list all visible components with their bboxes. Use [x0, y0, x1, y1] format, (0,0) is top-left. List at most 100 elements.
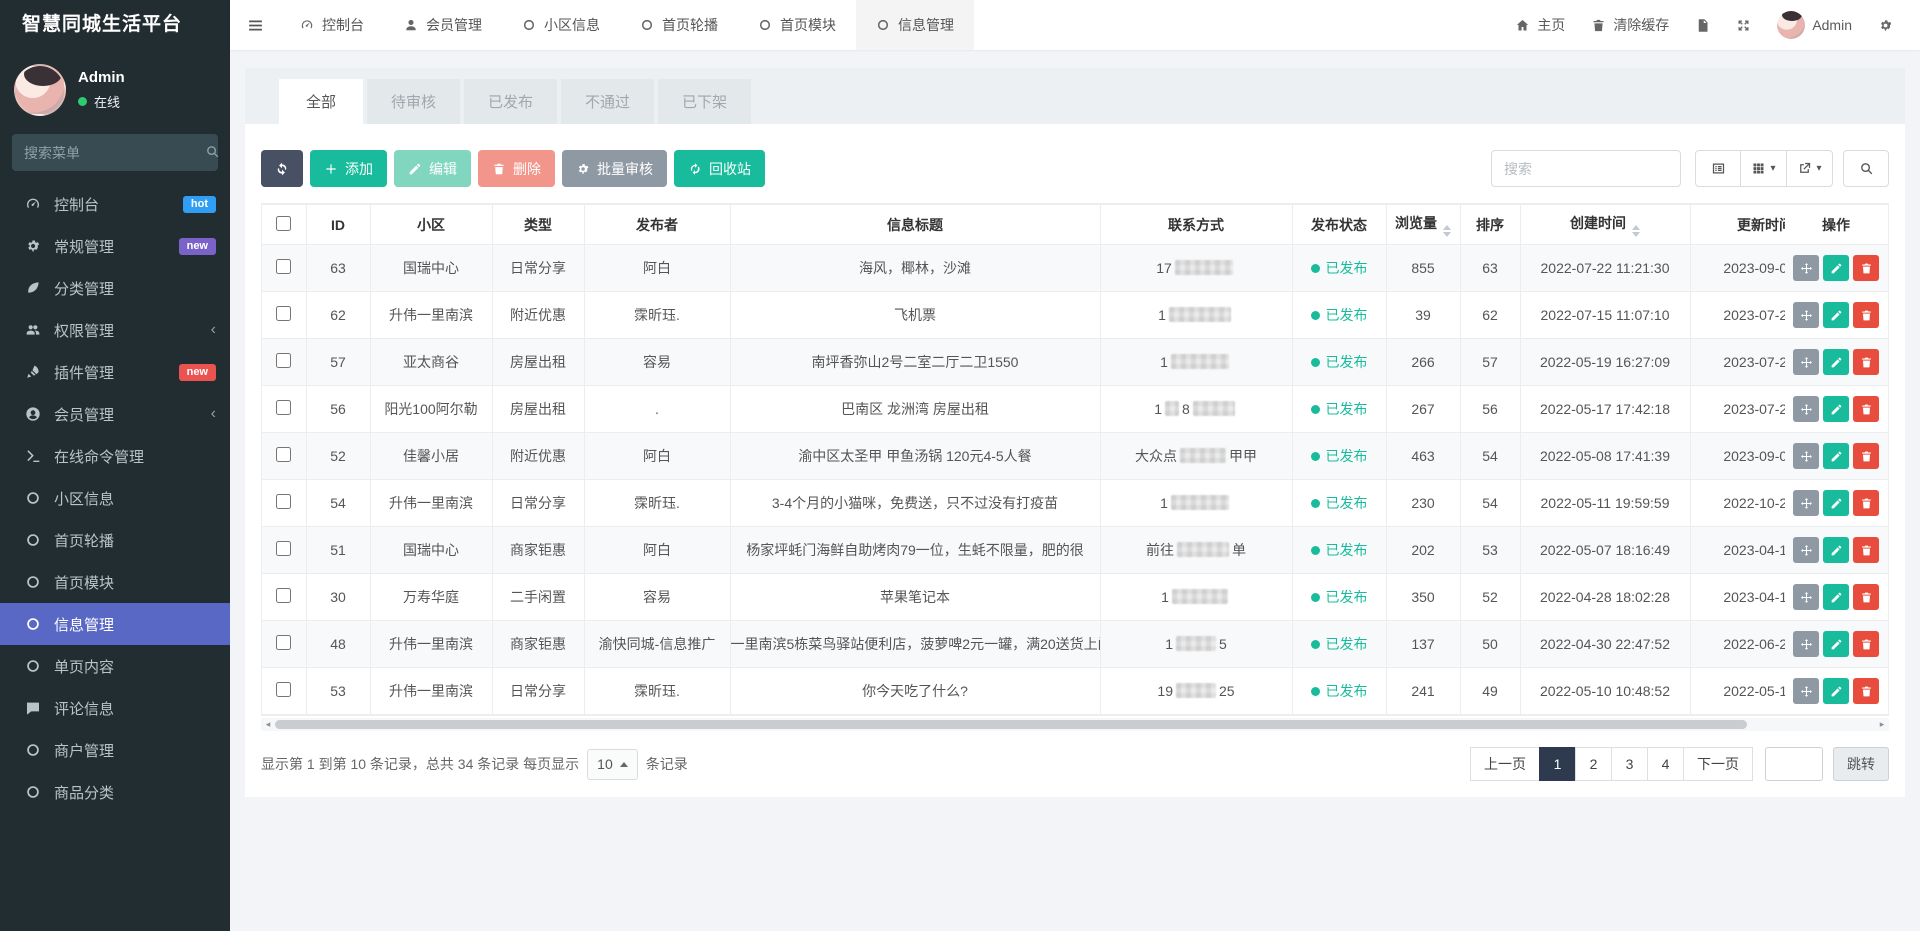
edit-row-button[interactable]	[1823, 255, 1849, 281]
row-checkbox[interactable]	[276, 541, 291, 556]
edit-row-button[interactable]	[1823, 349, 1849, 375]
delete-row-button[interactable]	[1853, 396, 1879, 422]
prev-page-button[interactable]: 上一页	[1470, 747, 1540, 781]
edit-row-button[interactable]	[1823, 631, 1849, 657]
edit-row-button[interactable]	[1823, 396, 1849, 422]
fullsearch-button[interactable]	[1843, 150, 1889, 187]
row-checkbox[interactable]	[276, 259, 291, 274]
nav-tab-控制台[interactable]: 控制台	[280, 0, 384, 50]
navbar-fullscreen[interactable]	[1723, 0, 1764, 50]
delete-row-button[interactable]	[1853, 255, 1879, 281]
scroll-right-icon[interactable]: ▸	[1875, 718, 1889, 731]
page-button-3[interactable]: 3	[1611, 747, 1648, 781]
move-button[interactable]	[1793, 349, 1819, 375]
sidebar-item-评论信息[interactable]: 评论信息	[0, 687, 230, 729]
sidebar-item-会员管理[interactable]: 会员管理‹	[0, 393, 230, 435]
filter-tab-全部[interactable]: 全部	[279, 79, 363, 124]
sidebar-item-分类管理[interactable]: 分类管理	[0, 267, 230, 309]
search-icon[interactable]	[205, 144, 220, 162]
page-button-1[interactable]: 1	[1539, 747, 1576, 781]
delete-row-button[interactable]	[1853, 443, 1879, 469]
sidebar-item-商品分类[interactable]: 商品分类	[0, 771, 230, 813]
sort-icon[interactable]	[1632, 225, 1640, 237]
horizontal-scrollbar[interactable]: ◂ ▸	[261, 718, 1889, 731]
page-button-2[interactable]: 2	[1575, 747, 1612, 781]
sidebar-item-权限管理[interactable]: 权限管理‹	[0, 309, 230, 351]
row-checkbox[interactable]	[276, 353, 291, 368]
sidebar-item-控制台[interactable]: 控制台hot	[0, 183, 230, 225]
row-checkbox[interactable]	[276, 494, 291, 509]
delete-row-button[interactable]	[1853, 537, 1879, 563]
navbar-log[interactable]	[1682, 0, 1723, 50]
filter-tab-不通过[interactable]: 不通过	[561, 79, 654, 124]
nav-tab-信息管理[interactable]: 信息管理	[856, 0, 974, 50]
next-page-button[interactable]: 下一页	[1683, 747, 1753, 781]
recycle-bin-button[interactable]: 回收站	[674, 150, 765, 187]
sidebar-item-信息管理[interactable]: 信息管理	[0, 603, 230, 645]
edit-row-button[interactable]	[1823, 443, 1849, 469]
sidebar-item-常规管理[interactable]: 常规管理new	[0, 225, 230, 267]
delete-row-button[interactable]	[1853, 631, 1879, 657]
add-button[interactable]: 添加	[310, 150, 387, 187]
detail-view-button[interactable]	[1695, 150, 1741, 187]
delete-button[interactable]: 删除	[478, 150, 555, 187]
refresh-button[interactable]	[261, 150, 303, 187]
edit-row-button[interactable]	[1823, 584, 1849, 610]
page-size-select[interactable]: 10	[587, 749, 638, 780]
move-button[interactable]	[1793, 584, 1819, 610]
nav-tab-会员管理[interactable]: 会员管理	[384, 0, 502, 50]
sort-icon[interactable]	[1443, 225, 1451, 237]
move-button[interactable]	[1793, 631, 1819, 657]
nav-tab-首页轮播[interactable]: 首页轮播	[620, 0, 738, 50]
edit-row-button[interactable]	[1823, 302, 1849, 328]
row-checkbox[interactable]	[276, 588, 291, 603]
page-button-4[interactable]: 4	[1647, 747, 1684, 781]
move-button[interactable]	[1793, 396, 1819, 422]
nav-tab-小区信息[interactable]: 小区信息	[502, 0, 620, 50]
row-checkbox[interactable]	[276, 400, 291, 415]
scroll-left-icon[interactable]: ◂	[261, 718, 275, 731]
delete-row-button[interactable]	[1853, 302, 1879, 328]
filter-tab-已下架[interactable]: 已下架	[658, 79, 751, 124]
row-checkbox[interactable]	[276, 682, 291, 697]
row-checkbox[interactable]	[276, 306, 291, 321]
move-button[interactable]	[1793, 443, 1819, 469]
move-button[interactable]	[1793, 302, 1819, 328]
row-checkbox[interactable]	[276, 447, 291, 462]
column-header-创建时间[interactable]: 创建时间	[1570, 215, 1626, 231]
navbar-home[interactable]: 主页	[1502, 0, 1578, 50]
delete-row-button[interactable]	[1853, 490, 1879, 516]
columns-button[interactable]: ▾	[1741, 150, 1787, 187]
edit-row-button[interactable]	[1823, 678, 1849, 704]
sidebar-search-input[interactable]	[24, 145, 205, 161]
edit-row-button[interactable]	[1823, 490, 1849, 516]
filter-tab-已发布[interactable]: 已发布	[464, 79, 557, 124]
table-search-input[interactable]	[1491, 150, 1681, 187]
export-button[interactable]: ▾	[1787, 150, 1833, 187]
filter-tab-待审核[interactable]: 待审核	[367, 79, 460, 124]
batch-audit-button[interactable]: 批量审核	[562, 150, 667, 187]
jump-page-input[interactable]	[1765, 747, 1823, 781]
delete-row-button[interactable]	[1853, 584, 1879, 610]
sidebar-item-商户管理[interactable]: 商户管理	[0, 729, 230, 771]
row-checkbox[interactable]	[276, 635, 291, 650]
sidebar-item-首页轮播[interactable]: 首页轮播	[0, 519, 230, 561]
navbar-clear-cache[interactable]: 清除缓存	[1578, 0, 1682, 50]
column-header-浏览量[interactable]: 浏览量	[1395, 215, 1437, 231]
jump-button[interactable]: 跳转	[1833, 747, 1889, 781]
move-button[interactable]	[1793, 255, 1819, 281]
sidebar-item-小区信息[interactable]: 小区信息	[0, 477, 230, 519]
hamburger-icon[interactable]	[230, 0, 280, 50]
select-all-checkbox[interactable]	[276, 216, 291, 231]
navbar-settings[interactable]	[1865, 0, 1906, 50]
move-button[interactable]	[1793, 537, 1819, 563]
edit-row-button[interactable]	[1823, 537, 1849, 563]
move-button[interactable]	[1793, 678, 1819, 704]
delete-row-button[interactable]	[1853, 349, 1879, 375]
delete-row-button[interactable]	[1853, 678, 1879, 704]
move-button[interactable]	[1793, 490, 1819, 516]
scrollbar-thumb[interactable]	[275, 720, 1747, 729]
sidebar-item-首页模块[interactable]: 首页模块	[0, 561, 230, 603]
navbar-admin-user[interactable]: Admin	[1764, 0, 1865, 50]
sidebar-item-在线命令管理[interactable]: 在线命令管理	[0, 435, 230, 477]
